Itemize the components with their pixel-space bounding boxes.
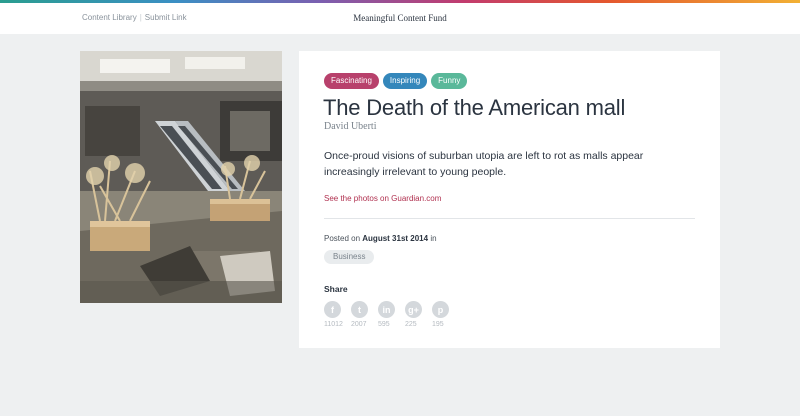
share-facebook[interactable]: f 11012 xyxy=(324,301,351,328)
google-plus-icon: g+ xyxy=(405,301,422,318)
share-buttons: f 11012 t 2007 in 595 g+ 225 p 195 xyxy=(324,301,459,328)
article-description: Once-proud visions of suburban utopia ar… xyxy=(324,150,644,178)
article-title: The Death of the American mall xyxy=(323,95,626,120)
source-link[interactable]: See the photos on Guardian.com xyxy=(324,194,441,203)
article-photo[interactable] xyxy=(80,51,282,303)
posted-suffix: in xyxy=(430,234,437,243)
pinterest-icon: p xyxy=(432,301,449,318)
tag-funny[interactable]: Funny xyxy=(431,73,468,89)
share-linkedin[interactable]: in 595 xyxy=(378,301,405,328)
article-author: David Uberti xyxy=(324,121,377,132)
facebook-icon: f xyxy=(324,301,341,318)
share-count: 595 xyxy=(378,321,390,328)
tag-list: Fascinating Inspiring Funny xyxy=(324,73,468,89)
posted-prefix: Posted on xyxy=(324,234,361,243)
twitter-icon: t xyxy=(351,301,368,318)
share-google-plus[interactable]: g+ 225 xyxy=(405,301,432,328)
category-badge[interactable]: Business xyxy=(324,250,375,264)
share-count: 11012 xyxy=(324,321,343,328)
share-pinterest[interactable]: p 195 xyxy=(432,301,459,328)
share-count: 195 xyxy=(432,321,444,328)
share-label: Share xyxy=(324,284,348,294)
site-title[interactable]: Meaningful Content Fund xyxy=(0,13,800,23)
share-count: 225 xyxy=(405,321,417,328)
tag-inspiring[interactable]: Inspiring xyxy=(382,73,428,89)
article-card: Fascinating Inspiring Funny The Death of… xyxy=(299,51,720,348)
share-twitter[interactable]: t 2007 xyxy=(351,301,378,328)
divider xyxy=(324,218,695,219)
linkedin-icon: in xyxy=(378,301,395,318)
posted-info: Posted on August 31st 2014 in xyxy=(324,234,437,243)
share-count: 2007 xyxy=(351,321,367,328)
top-bar: Content Library | Submit Link Meaningful C… xyxy=(0,0,800,34)
posted-date: August 31st 2014 xyxy=(362,234,429,243)
rainbow-stripe xyxy=(0,0,800,3)
tag-fascinating[interactable]: Fascinating xyxy=(324,73,379,89)
